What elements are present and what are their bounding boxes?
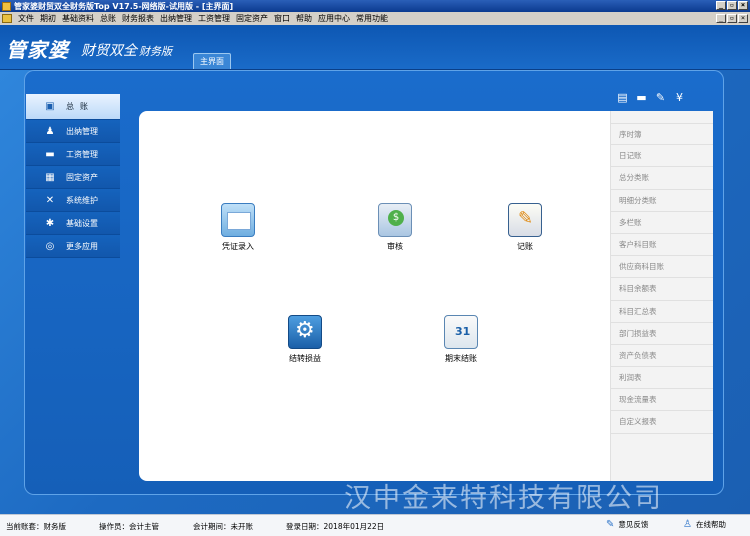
voucher-icon: [221, 203, 255, 237]
sidebar: ▣ 总账 ♟ 出纳管理 ▬ 工资管理 ▦ 固定资产 ✕ 系统维护 ✱ 基础设置 …: [26, 94, 120, 258]
sidebar-item-salary[interactable]: ▬ 工资管理: [26, 143, 120, 166]
report-item-department-pl[interactable]: 部门损益表: [611, 323, 713, 345]
restore-button[interactable]: ▫: [727, 1, 737, 10]
sidebar-item-basic-settings[interactable]: ✱ 基础设置: [26, 212, 120, 235]
user-icon: ♙: [683, 519, 692, 530]
menu-general-ledger[interactable]: 总账: [97, 13, 119, 24]
report-item-daybook[interactable]: 日记账: [611, 145, 713, 168]
post-ledger-icon: [508, 203, 542, 237]
sidebar-item-label: 更多应用: [66, 241, 98, 251]
sidebar-item-general-ledger[interactable]: ▣ 总账: [26, 94, 120, 120]
more-apps-icon: ◎: [45, 240, 55, 252]
sidebar-item-cashier[interactable]: ♟ 出纳管理: [26, 120, 120, 143]
report-item-journal[interactable]: 序时簿: [611, 123, 713, 146]
status-bar: 当前账套：财务版 操作员：会计主管 会计期间：未开账 登录日期：2018年01月…: [0, 514, 750, 536]
voucher-entry-label: 凭证录入: [222, 242, 254, 251]
app-icon: [2, 1, 11, 11]
report-item-general-ledger[interactable]: 总分类账: [611, 167, 713, 190]
report-item-balance-sheet[interactable]: 资产负债表: [611, 345, 713, 368]
sidebar-item-label: 工资管理: [66, 149, 98, 159]
report-item-subsidiary-ledger[interactable]: 明细分类账: [611, 190, 713, 212]
report-item-multi-column[interactable]: 多栏账: [611, 212, 713, 234]
mdi-minimize-button[interactable]: _: [716, 14, 726, 23]
mdi-restore-button[interactable]: ▫: [727, 14, 737, 23]
feedback-button[interactable]: ✎ 意见反馈: [606, 519, 648, 530]
title-bar: 管家婆财贸双全财务版Top V17.5-网络版-试用版 - [主界面] _ ▫ …: [0, 0, 750, 12]
report-list: 序时簿 日记账 总分类账 明细分类账 多栏账 客户科目账 供应商科目账 科目余额…: [610, 111, 713, 481]
report-item-balance[interactable]: 科目余额表: [611, 278, 713, 301]
folder-icon[interactable]: ▬: [635, 91, 648, 104]
app-header: 管家婆 财贸双全 财务版 主界面: [0, 25, 750, 70]
tab-main[interactable]: 主界面: [193, 53, 231, 69]
post-ledger-button[interactable]: 记账: [490, 203, 560, 252]
edition-name: 财务版: [139, 45, 172, 58]
sidebar-item-fixed-assets[interactable]: ▦ 固定资产: [26, 166, 120, 189]
accounting-period: 会计期间：未开账: [193, 522, 253, 531]
audit-icon: [378, 203, 412, 237]
feedback-label: 意见反馈: [618, 520, 649, 529]
operator: 操作员：会计主管: [99, 522, 159, 531]
yuan-icon[interactable]: ¥: [673, 91, 686, 104]
sidebar-item-label: 出纳管理: [66, 126, 98, 136]
login-date: 登录日期：2018年01月22日: [286, 522, 385, 531]
document-icon[interactable]: ▤: [616, 91, 629, 104]
feedback-icon: ✎: [606, 519, 615, 530]
window-title: 管家婆财贸双全财务版Top V17.5-网络版-试用版 - [主界面]: [14, 1, 234, 11]
menu-app-center[interactable]: 应用中心: [315, 13, 353, 24]
carry-forward-button[interactable]: 结转损益: [270, 315, 340, 364]
gear-icon: [288, 315, 322, 349]
minimize-button[interactable]: _: [716, 1, 726, 10]
document-icon[interactable]: [2, 14, 12, 23]
menu-salary[interactable]: 工资管理: [195, 13, 233, 24]
logo: 管家婆: [6, 38, 69, 62]
period-close-button[interactable]: 期末结账: [426, 315, 496, 364]
settings-icon: ✱: [45, 217, 55, 229]
calendar-icon: [444, 315, 478, 349]
panel-toolbar: ▤ ▬ ✎ ¥: [616, 91, 686, 104]
watermark: 汉中金来特科技有限公司: [344, 483, 663, 514]
menu-help[interactable]: 帮助: [293, 13, 315, 24]
cashier-icon: ♟: [45, 125, 55, 137]
sidebar-item-label: 基础设置: [66, 218, 98, 228]
online-help-button[interactable]: ♙ 在线帮助: [683, 519, 726, 530]
period-close-label: 期末结账: [445, 354, 477, 363]
report-item-summary[interactable]: 科目汇总表: [611, 301, 713, 323]
sidebar-item-label: 总账: [66, 102, 94, 111]
report-item-custom[interactable]: 自定义报表: [611, 411, 713, 434]
ledger-icon: ▣: [45, 101, 55, 112]
menu-common-functions[interactable]: 常用功能: [353, 13, 391, 24]
current-account: 当前账套：财务版: [6, 522, 66, 531]
online-help-label: 在线帮助: [695, 520, 726, 529]
carry-forward-label: 结转损益: [289, 354, 321, 363]
close-button[interactable]: ×: [738, 1, 748, 10]
sidebar-item-label: 固定资产: [66, 172, 98, 182]
menu-opening[interactable]: 期初: [37, 13, 59, 24]
voucher-entry-button[interactable]: 凭证录入: [203, 203, 273, 252]
mdi-controls: _ ▫ ×: [716, 14, 748, 23]
report-item-income[interactable]: 利润表: [611, 367, 713, 390]
audit-button[interactable]: 审核: [360, 203, 430, 252]
tools-icon: ✕: [45, 194, 55, 206]
menu-file[interactable]: 文件: [15, 13, 37, 24]
pencil-icon[interactable]: ✎: [654, 91, 667, 104]
salary-icon: ▬: [45, 148, 55, 160]
menu-fixed-assets[interactable]: 固定资产: [233, 13, 271, 24]
assets-icon: ▦: [45, 171, 55, 183]
menu-financial-reports[interactable]: 财务报表: [119, 13, 157, 24]
report-item-customer-ledger[interactable]: 客户科目账: [611, 234, 713, 257]
menu-window[interactable]: 窗口: [271, 13, 293, 24]
menu-basic-data[interactable]: 基础资料: [59, 13, 97, 24]
window-controls: _ ▫ ×: [716, 1, 748, 10]
sidebar-item-system-maintenance[interactable]: ✕ 系统维护: [26, 189, 120, 212]
sidebar-item-more-apps[interactable]: ◎ 更多应用: [26, 235, 120, 258]
mdi-close-button[interactable]: ×: [738, 14, 748, 23]
report-item-cash-flow[interactable]: 现金流量表: [611, 389, 713, 412]
menu-bar: 文件 期初 基础资料 总账 财务报表 出纳管理 工资管理 固定资产 窗口 帮助 …: [0, 12, 750, 25]
report-item-supplier-ledger[interactable]: 供应商科目账: [611, 256, 713, 279]
audit-label: 审核: [387, 242, 403, 251]
sidebar-item-label: 系统维护: [66, 195, 98, 205]
product-name: 财贸双全: [81, 43, 137, 59]
menu-cashier[interactable]: 出纳管理: [157, 13, 195, 24]
post-ledger-label: 记账: [517, 242, 533, 251]
